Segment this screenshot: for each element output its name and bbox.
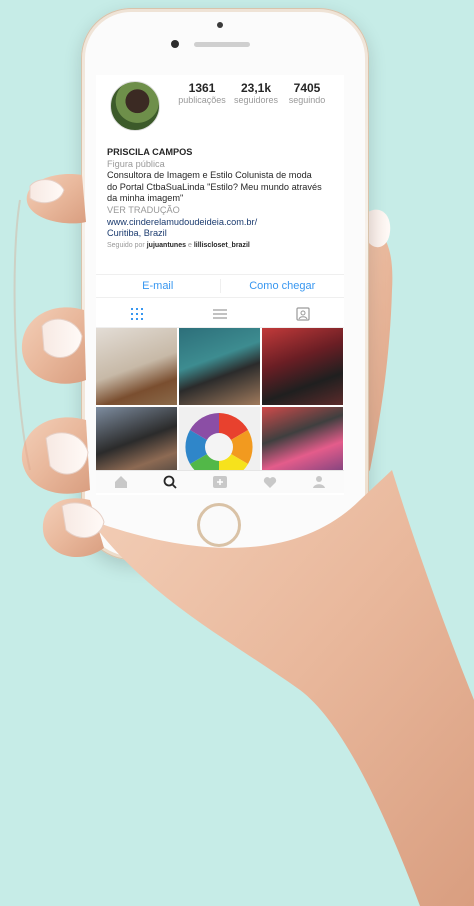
hand-front: [13, 174, 474, 906]
scene: 1361 publicações 23,1k seguidores 7405 s…: [0, 0, 474, 906]
